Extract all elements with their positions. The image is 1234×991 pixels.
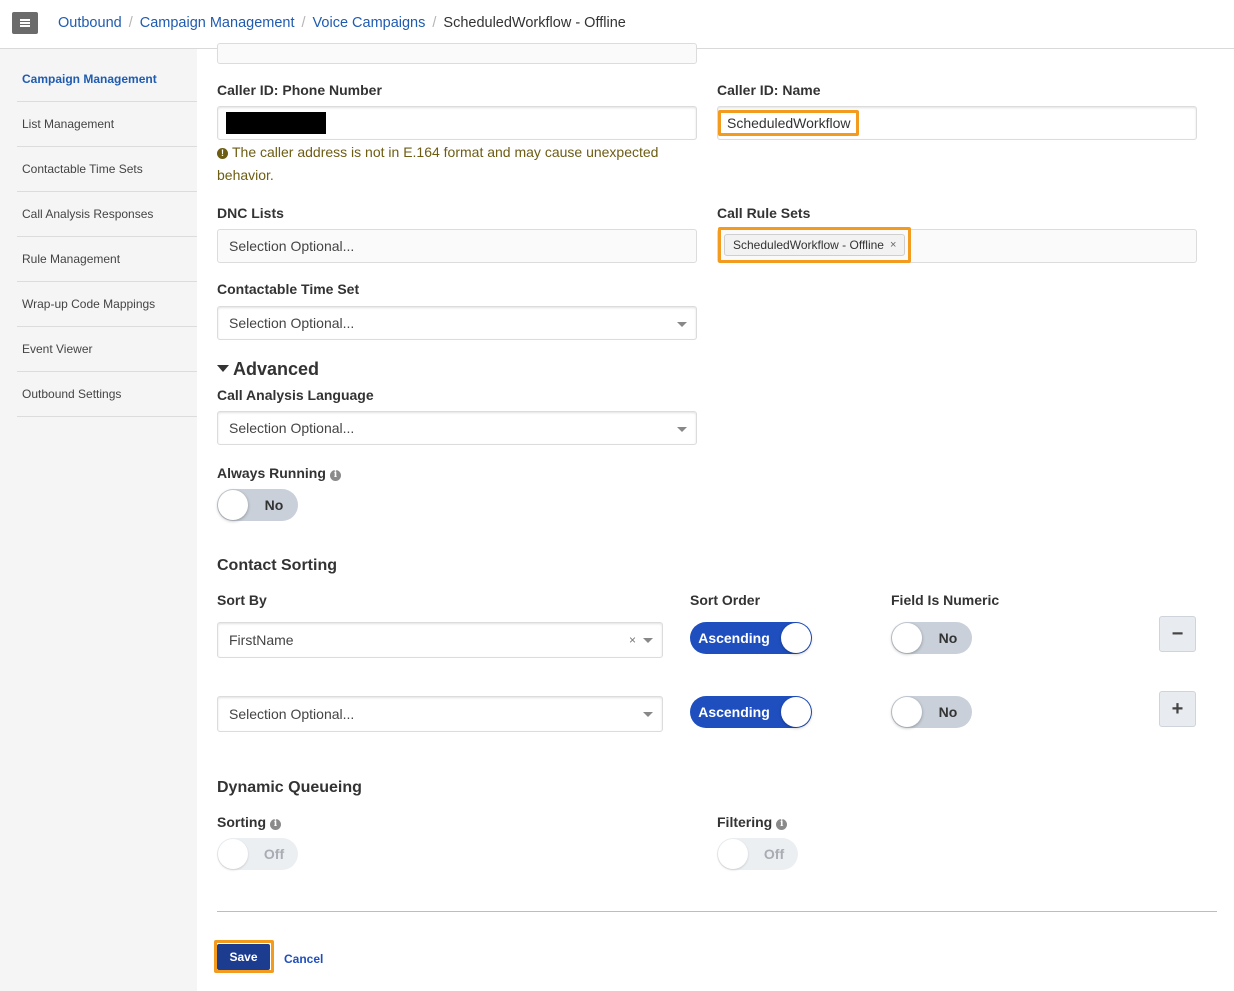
field-numeric-toggle[interactable]: No bbox=[891, 696, 972, 728]
filtering-text: Filtering bbox=[717, 814, 773, 830]
contactable-time-set-select[interactable]: Selection Optional... bbox=[217, 306, 697, 340]
dynamic-filtering-toggle[interactable]: Off bbox=[717, 838, 798, 870]
redacted-block bbox=[226, 112, 326, 134]
toggle-knob bbox=[892, 623, 922, 653]
remove-tag-icon[interactable]: × bbox=[890, 239, 896, 251]
breadcrumb-outbound[interactable]: Outbound bbox=[58, 15, 122, 31]
chevron-down-icon bbox=[643, 712, 653, 717]
sidebar-item-rule-management[interactable]: Rule Management bbox=[17, 237, 197, 282]
clear-icon[interactable]: × bbox=[629, 633, 636, 647]
sort-order-toggle[interactable]: Ascending bbox=[690, 696, 812, 728]
breadcrumb-current: ScheduledWorkflow - Offline bbox=[443, 15, 626, 31]
sorting-label: Sorting i bbox=[217, 814, 281, 830]
sort-order-toggle-label: Ascending bbox=[698, 704, 770, 720]
filtering-label: Filtering i bbox=[717, 814, 788, 830]
dynamic-sorting-toggle[interactable]: Off bbox=[217, 838, 298, 870]
dnc-lists-placeholder: Selection Optional... bbox=[229, 238, 355, 254]
breadcrumb: Outbound / Campaign Management / Voice Campa… bbox=[58, 15, 626, 31]
caller-address-warning: ! The caller address is not in E.164 form… bbox=[217, 141, 677, 187]
hamburger-icon bbox=[20, 22, 30, 24]
always-running-toggle-label: No bbox=[264, 497, 284, 513]
caller-id-name-input[interactable]: ScheduledWorkflow bbox=[717, 106, 1197, 140]
sort-by-select[interactable]: Selection Optional... bbox=[217, 696, 663, 732]
breadcrumb-separator: / bbox=[128, 15, 133, 31]
field-numeric-toggle-label: No bbox=[938, 704, 958, 720]
previous-field-input[interactable] bbox=[217, 43, 697, 64]
toggle-knob bbox=[218, 490, 248, 520]
breadcrumb-voice-campaigns[interactable]: Voice Campaigns bbox=[313, 15, 426, 31]
advanced-title: Advanced bbox=[233, 359, 320, 379]
breadcrumb-campaign-management[interactable]: Campaign Management bbox=[140, 15, 295, 31]
divider bbox=[217, 911, 1217, 912]
sidebar: Campaign Management List Management Cont… bbox=[0, 49, 197, 991]
sort-order-toggle-label: Ascending bbox=[698, 630, 770, 646]
info-icon[interactable]: i bbox=[270, 819, 281, 830]
sort-by-value: FirstName bbox=[229, 632, 294, 648]
info-icon[interactable]: i bbox=[329, 470, 341, 481]
sidebar-item-wrapup-code-mappings[interactable]: Wrap-up Code Mappings bbox=[17, 282, 197, 327]
sort-by-placeholder: Selection Optional... bbox=[229, 706, 355, 722]
sort-order-toggle[interactable]: Ascending bbox=[690, 622, 812, 654]
sidebar-item-outbound-settings[interactable]: Outbound Settings bbox=[17, 372, 197, 417]
chevron-down-icon bbox=[677, 322, 687, 327]
field-numeric-toggle-label: No bbox=[938, 630, 958, 646]
sorting-text: Sorting bbox=[217, 814, 266, 830]
chevron-down-icon bbox=[643, 638, 653, 643]
exclamation-icon: ! bbox=[217, 148, 228, 159]
dnc-lists-select[interactable]: Selection Optional... bbox=[217, 229, 697, 263]
always-running-label: Always Running i bbox=[217, 465, 341, 481]
remove-sort-button[interactable]: − bbox=[1159, 616, 1196, 652]
warning-text: The caller address is not in E.164 forma… bbox=[217, 144, 659, 183]
toggle-knob bbox=[892, 697, 922, 727]
field-numeric-toggle[interactable]: No bbox=[891, 622, 972, 654]
dnc-lists-label: DNC Lists bbox=[217, 205, 284, 221]
toggle-knob bbox=[781, 623, 811, 653]
advanced-toggle[interactable]: Advanced bbox=[217, 359, 319, 380]
call-analysis-language-select[interactable]: Selection Optional... bbox=[217, 411, 697, 445]
main-content: Caller ID: Phone Number ! The caller addr… bbox=[197, 43, 1234, 991]
sidebar-item-call-analysis-responses[interactable]: Call Analysis Responses bbox=[17, 192, 197, 237]
caret-down-icon bbox=[217, 365, 229, 372]
sort-by-select[interactable]: FirstName × bbox=[217, 622, 663, 658]
caller-id-name-label: Caller ID: Name bbox=[717, 82, 821, 98]
save-button[interactable]: Save bbox=[217, 944, 270, 970]
call-analysis-language-placeholder: Selection Optional... bbox=[229, 420, 355, 436]
always-running-toggle[interactable]: No bbox=[217, 489, 298, 521]
dynamic-queueing-title: Dynamic Queueing bbox=[217, 779, 362, 796]
call-rule-set-tag-label: ScheduledWorkflow - Offline bbox=[733, 238, 884, 252]
toggle-knob bbox=[218, 839, 248, 869]
caller-id-name-value: ScheduledWorkflow bbox=[718, 110, 860, 136]
add-sort-button[interactable]: + bbox=[1159, 691, 1196, 727]
sort-by-label: Sort By bbox=[217, 592, 267, 608]
breadcrumb-separator: / bbox=[301, 15, 306, 31]
dynamic-sorting-toggle-label: Off bbox=[263, 846, 285, 862]
cancel-link[interactable]: Cancel bbox=[284, 952, 323, 966]
dynamic-filtering-toggle-label: Off bbox=[763, 846, 785, 862]
caller-id-phone-label: Caller ID: Phone Number bbox=[217, 82, 382, 98]
caller-id-phone-input[interactable] bbox=[217, 106, 697, 140]
top-bar: Outbound / Campaign Management / Voice Campa… bbox=[0, 0, 1234, 49]
sidebar-item-campaign-management[interactable]: Campaign Management bbox=[17, 57, 197, 102]
sort-order-label: Sort Order bbox=[690, 592, 761, 608]
breadcrumb-separator: / bbox=[432, 15, 437, 31]
call-rule-sets-label: Call Rule Sets bbox=[717, 205, 811, 221]
contactable-time-set-label: Contactable Time Set bbox=[217, 281, 360, 297]
sidebar-item-event-viewer[interactable]: Event Viewer bbox=[17, 327, 197, 372]
toggle-knob bbox=[781, 697, 811, 727]
info-icon[interactable]: i bbox=[776, 819, 788, 830]
sidebar-item-list-management[interactable]: List Management bbox=[17, 102, 197, 147]
field-numeric-label: Field Is Numeric bbox=[891, 592, 1000, 608]
always-running-text: Always Running bbox=[217, 465, 326, 481]
sidebar-item-contactable-time-sets[interactable]: Contactable Time Sets bbox=[17, 147, 197, 192]
toggle-knob bbox=[718, 839, 748, 869]
call-rule-set-tag[interactable]: ScheduledWorkflow - Offline × bbox=[724, 234, 906, 256]
chevron-down-icon bbox=[677, 427, 687, 432]
contact-sorting-title: Contact Sorting bbox=[217, 557, 337, 574]
menu-toggle-button[interactable] bbox=[12, 12, 38, 34]
call-analysis-language-label: Call Analysis Language bbox=[217, 387, 374, 403]
contactable-time-set-placeholder: Selection Optional... bbox=[229, 315, 355, 331]
